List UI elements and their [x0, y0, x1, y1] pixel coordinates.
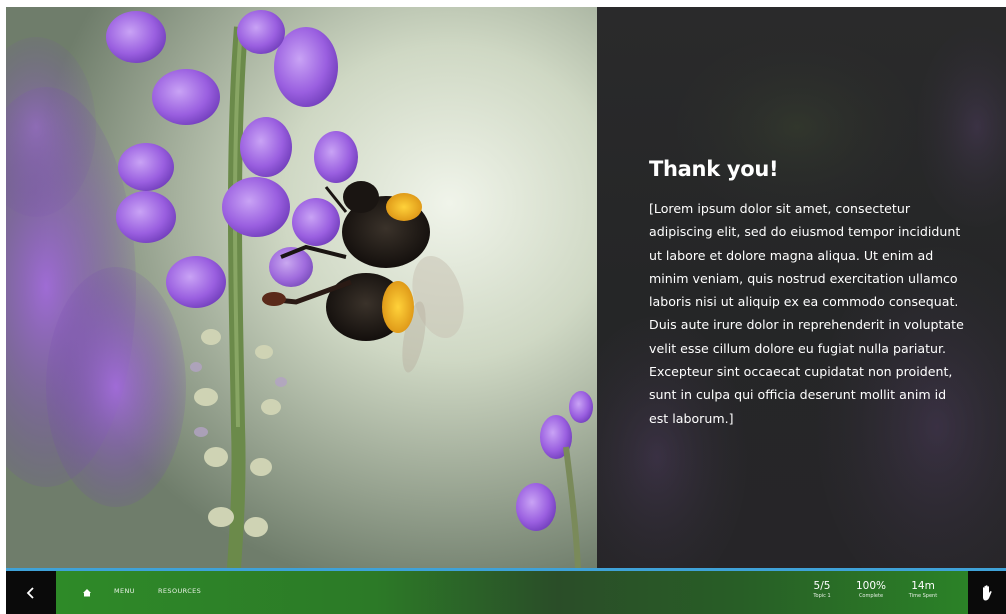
topic-progress: 5/5 Topic 1 — [804, 580, 840, 600]
next-button[interactable] — [968, 571, 1006, 614]
completion-value: 100% — [855, 580, 887, 592]
hand-icon — [983, 584, 992, 600]
slide-body-text: [Lorem ipsum dolor sit amet, consectetur… — [649, 201, 964, 426]
menu-link[interactable]: MENU — [114, 587, 135, 595]
slide-frame: Thank you! [Lorem ipsum dolor sit amet, … — [6, 7, 1006, 614]
bottom-navigation-bar: MENU RESOURCES 5/5 Topic 1 100% Complete… — [6, 571, 1006, 614]
content-panel: Thank you! [Lorem ipsum dolor sit amet, … — [597, 7, 1006, 568]
time-spent-value: 14m — [911, 580, 935, 592]
photo-illustration — [6, 7, 597, 568]
resources-link[interactable]: RESOURCES — [158, 587, 201, 595]
previous-button[interactable] — [6, 571, 56, 614]
bee-flower-photo — [6, 7, 597, 568]
chevron-left-icon — [26, 586, 34, 599]
panel-content: Thank you! [Lorem ipsum dolor sit amet, … — [649, 157, 969, 430]
topic-progress-label: Topic 1 — [813, 593, 831, 599]
completion-status: 100% Complete — [851, 580, 891, 600]
time-spent: 14m Time Spent — [901, 580, 945, 600]
slide-title: Thank you! — [649, 157, 779, 181]
home-icon — [83, 589, 91, 597]
topic-progress-value: 5/5 — [813, 580, 831, 592]
time-spent-label: Time Spent — [908, 593, 938, 599]
completion-label: Complete — [858, 593, 884, 599]
home-button[interactable] — [80, 585, 94, 599]
